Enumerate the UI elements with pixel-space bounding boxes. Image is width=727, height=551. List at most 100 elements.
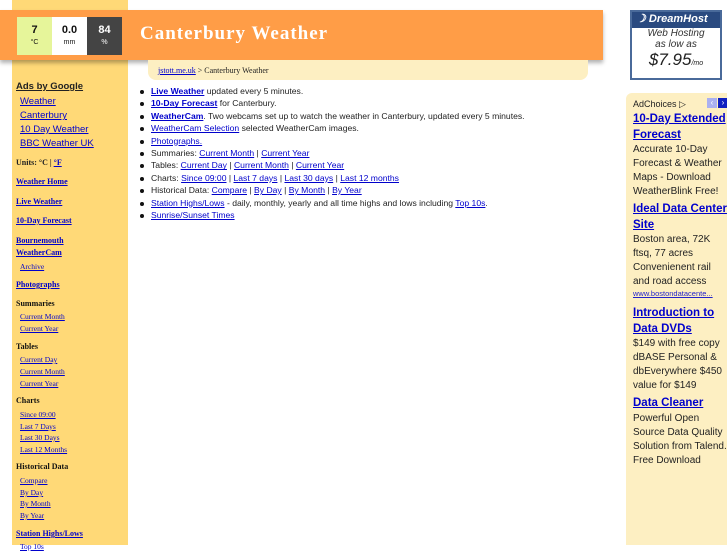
list-item: Tables: Current Day | Current Month | Cu… [140, 160, 525, 172]
item-text: updated every 5 minutes. [204, 86, 304, 96]
historical-heading: Historical Data [16, 462, 69, 471]
adchoices-header: AdChoices ▷ ‹ › [633, 97, 727, 109]
sep: | [288, 160, 296, 171]
ad-title-1[interactable]: 10-Day Extended Forecast [633, 112, 727, 143]
breadcrumb-home[interactable]: jstott.me.uk [158, 66, 196, 75]
list-item: Charts: Since 09:00 | Last 7 days | Last… [140, 172, 525, 185]
nav-bournemouth[interactable]: Bournemouth [16, 236, 64, 245]
list-item: Historical Data: Compare | By Day | By M… [140, 185, 525, 197]
next-arrow-icon[interactable]: › [718, 98, 727, 108]
nav-charts-7[interactable]: Last 7 Days [20, 422, 56, 431]
dreamhost-banner[interactable]: ☽ DreamHost Web Hosting as low as $7.95/… [630, 10, 722, 80]
list-item: WeatherCam Selection selected WeatherCam… [140, 123, 525, 135]
item-label: Tables: [151, 160, 181, 171]
summaries-year-link[interactable]: Current Year [261, 148, 309, 158]
nav-tables-year[interactable]: Current Year [20, 379, 58, 388]
nav-archive[interactable]: Archive [20, 262, 44, 271]
ad-text-2: Boston area, 72K ftsq, 77 acres Convenie… [633, 234, 711, 287]
highs-lows-link[interactable]: Station Highs/Lows [151, 198, 225, 208]
nav-photographs[interactable]: Photographs [16, 280, 60, 289]
weathercam-link[interactable]: WeatherCam [151, 111, 203, 121]
nav-charts-30[interactable]: Last 30 Days [20, 433, 60, 442]
ad-link-bbc[interactable]: BBC Weather UK [20, 138, 94, 149]
sunrise-link[interactable]: Sunrise/Sunset Times [151, 210, 235, 220]
nav-live-weather[interactable]: Live Weather [16, 197, 62, 206]
adchoices-icon: ▷ [679, 99, 686, 109]
nav-charts-12[interactable]: Last 12 Months [20, 445, 67, 454]
page-title: Canterbury Weather [140, 23, 329, 44]
nav-tables-month[interactable]: Current Month [20, 367, 65, 376]
live-weather-link[interactable]: Live Weather [151, 86, 204, 96]
units-fahrenheit[interactable]: °F [54, 158, 62, 167]
sep: | [226, 160, 234, 171]
ad-link-10-day[interactable]: 10 Day Weather [20, 124, 88, 135]
ads-by-google-label: Ads by Google [16, 81, 84, 92]
nav-tables-day[interactable]: Current Day [20, 355, 57, 364]
ad-text-3: $149 with free copy dBASE Personal & dbE… [633, 338, 722, 391]
dreamhost-line1: Web Hosting [647, 28, 705, 39]
list-item: WeatherCam. Two webcams set up to watch … [140, 111, 525, 123]
list-item: Photographs. [140, 136, 525, 148]
tables-day-link[interactable]: Current Day [181, 160, 227, 170]
hist-compare-link[interactable]: Compare [212, 185, 247, 195]
charts-12-link[interactable]: Last 12 months [340, 173, 399, 183]
list-item: Live Weather updated every 5 minutes. [140, 86, 525, 98]
summaries-heading: Summaries [16, 299, 55, 308]
nav-charts-since[interactable]: Since 09:00 [20, 410, 56, 419]
charts-30-link[interactable]: Last 30 days [284, 173, 333, 183]
humidity-unit: % [101, 39, 108, 46]
nav-summaries-month[interactable]: Current Month [20, 312, 65, 321]
rain-unit: mm [63, 39, 76, 46]
price-value: $7.95 [648, 50, 692, 69]
ad-link-weather[interactable]: Weather [20, 96, 56, 107]
nav-weathercam[interactable]: WeatherCam [16, 248, 62, 257]
hist-month-link[interactable]: By Month [289, 185, 325, 195]
sep: | [247, 185, 255, 196]
nav-hist-month[interactable]: By Month [20, 499, 51, 508]
tables-month-link[interactable]: Current Month [234, 160, 289, 170]
nav-hist-compare[interactable]: Compare [20, 476, 48, 485]
humidity-value: 84 [98, 24, 111, 36]
temperature-unit: °C [30, 39, 39, 46]
rain-value: 0.0 [61, 24, 78, 36]
nav-top10[interactable]: Top 10s [20, 542, 44, 551]
list-item: 10-Day Forecast for Canterbury. [140, 98, 525, 110]
item-text: for Canterbury. [217, 98, 277, 109]
sep: | [281, 185, 289, 196]
ad-title-4[interactable]: Data Cleaner [633, 396, 727, 412]
ad-title-3[interactable]: Introduction to Data DVDs [633, 306, 727, 337]
top10-link[interactable]: Top 10s [455, 198, 485, 208]
breadcrumb-current: Canterbury Weather [204, 66, 269, 75]
hist-year-link[interactable]: By Year [332, 185, 362, 195]
nav-hist-year[interactable]: By Year [20, 511, 44, 520]
breadcrumb: jstott.me.uk > Canterbury Weather [148, 60, 588, 80]
ad-title-2[interactable]: Ideal Data Center Site [633, 202, 727, 233]
ad-text-1: Accurate 10-Day Forecast & Weather Maps … [633, 144, 722, 197]
nav-forecast[interactable]: 10-Day Forecast [16, 216, 72, 225]
nav-highs-lows[interactable]: Station Highs/Lows [16, 529, 83, 538]
prev-arrow-icon[interactable]: ‹ [707, 98, 717, 108]
ad-link-canterbury[interactable]: Canterbury [20, 110, 67, 121]
item-label: Charts: [151, 172, 182, 183]
summaries-month-link[interactable]: Current Month [199, 148, 254, 158]
charts-since-link[interactable]: Since 09:00 [181, 173, 226, 183]
units-selector: Units: °C | °F [16, 158, 62, 167]
nav-weather-home[interactable]: Weather Home [16, 177, 68, 186]
adchoices-label[interactable]: AdChoices [633, 99, 677, 109]
nav-hist-day[interactable]: By Day [20, 488, 43, 497]
item-text: - daily, monthly, yearly and all time hi… [224, 197, 456, 208]
forecast-link[interactable]: 10-Day Forecast [151, 98, 217, 108]
tables-year-link[interactable]: Current Year [296, 160, 344, 170]
hist-day-link[interactable]: By Day [254, 185, 282, 195]
humidity-box: 84% [87, 17, 122, 55]
sep: | [226, 172, 234, 183]
charts-7-link[interactable]: Last 7 days [234, 173, 278, 183]
ad-url-2[interactable]: www.bostondatacente... [633, 289, 727, 299]
temperature-value: 7 [31, 24, 38, 36]
photographs-link[interactable]: Photographs. [151, 136, 202, 146]
ad-text-4: Powerful Open Source Data Quality Soluti… [633, 412, 727, 466]
charts-heading: Charts [16, 396, 40, 405]
weathercam-selection-link[interactable]: WeatherCam Selection [151, 123, 239, 133]
nav-summaries-year[interactable]: Current Year [20, 324, 58, 333]
item-text: selected WeatherCam images. [239, 123, 359, 134]
